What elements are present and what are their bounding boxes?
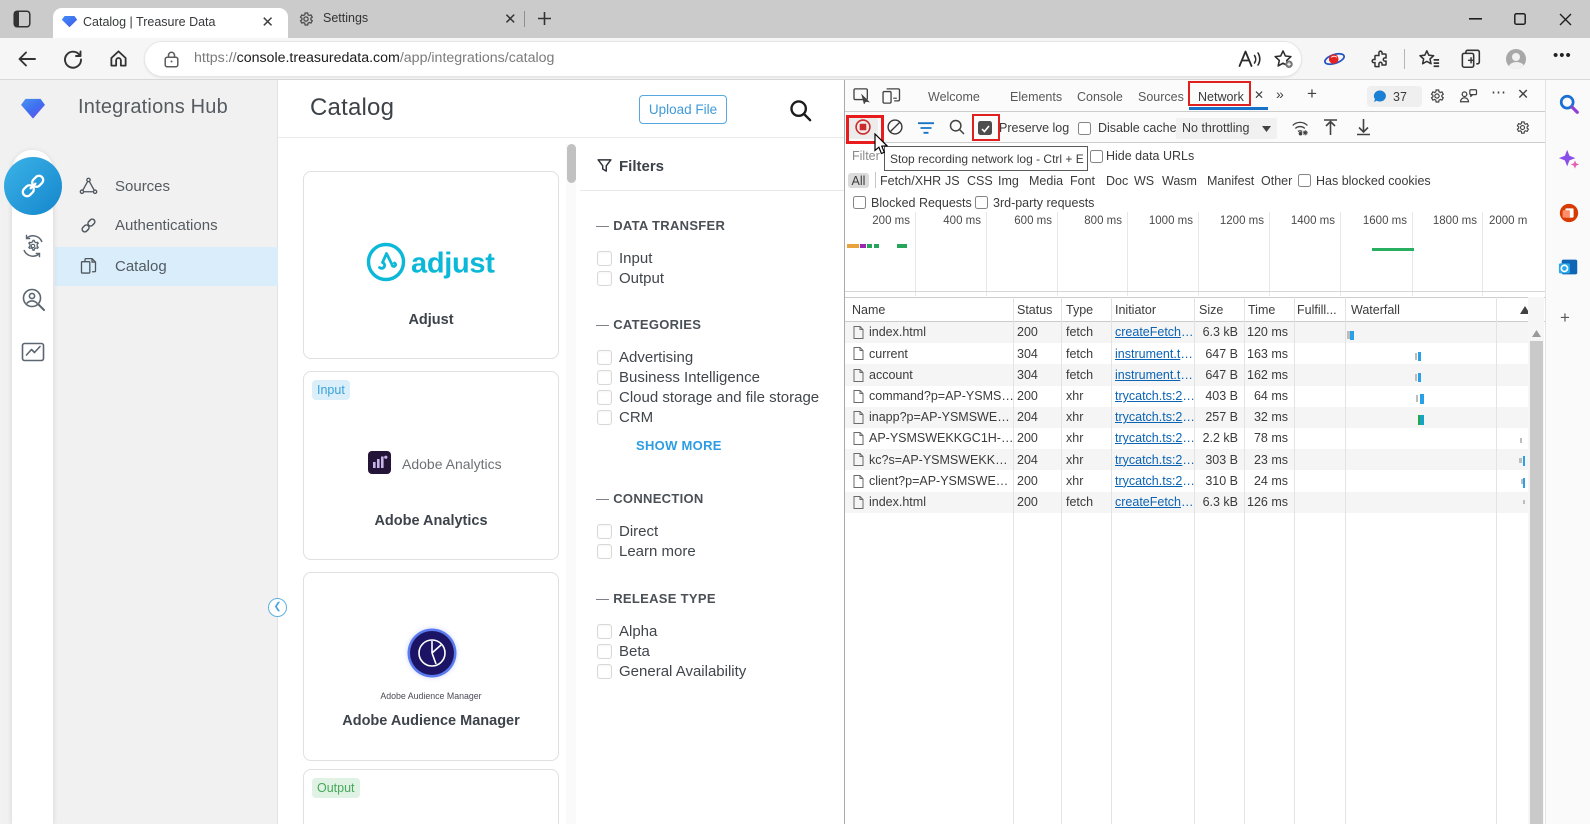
svg-text:adjust: adjust xyxy=(411,248,495,280)
